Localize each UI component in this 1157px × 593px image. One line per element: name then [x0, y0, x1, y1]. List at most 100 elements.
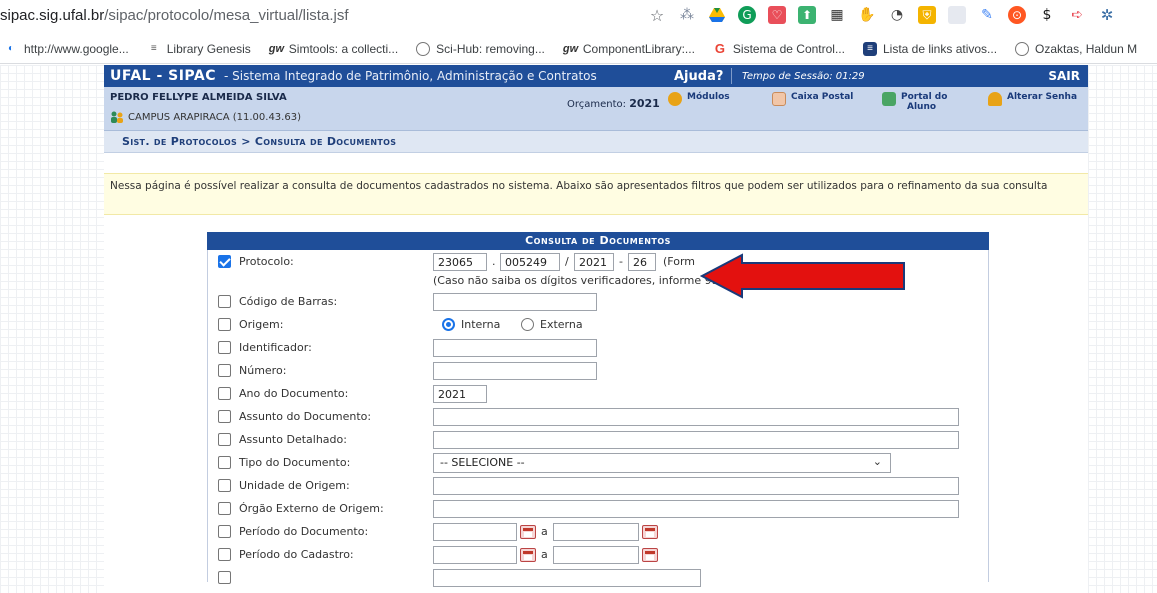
origem-externa-radio[interactable]: [521, 318, 534, 331]
row-tipo: Tipo do Documento: -- SELECIONE -- ⌄: [208, 451, 988, 474]
protocolo-part2-input[interactable]: 005249: [500, 253, 560, 271]
protocolo-part3-input[interactable]: 2021: [574, 253, 614, 271]
numero-input[interactable]: [433, 362, 597, 380]
bookmark-sistema-control[interactable]: G Sistema de Control...: [713, 41, 845, 56]
puzzle-icon[interactable]: ✲: [1098, 6, 1116, 24]
breadcrumb-bar: Sist. de Protocolos > Consulta de Docume…: [104, 131, 1088, 153]
modules-label: Módulos: [687, 92, 730, 102]
bookmark-simtools[interactable]: gw Simtools: a collecti...: [269, 42, 398, 56]
budget-year: 2021: [629, 97, 660, 110]
calendar-icon[interactable]: [520, 525, 536, 539]
identificador-input[interactable]: [433, 339, 597, 357]
bookmark-library-genesis[interactable]: ≡ Library Genesis: [147, 42, 251, 56]
codigo-barras-label: Código de Barras:: [239, 295, 338, 308]
help-link[interactable]: Ajuda?: [674, 69, 723, 84]
unidade-input[interactable]: [433, 477, 959, 495]
periodo-documento-end-input[interactable]: [553, 523, 639, 541]
codigo-barras-checkbox[interactable]: [218, 295, 231, 308]
bookmark-ozaktas[interactable]: Ozaktas, Haldun M: [1015, 41, 1138, 56]
identificador-checkbox[interactable]: [218, 341, 231, 354]
ano-checkbox[interactable]: [218, 387, 231, 400]
origem-interna-label: Interna: [461, 318, 501, 331]
browser-address-bar: sipac.sig.ufal.br/sipac/protocolo/mesa_v…: [0, 0, 1157, 34]
change-password-button[interactable]: Alterar Senha: [988, 92, 1077, 106]
bookmark-ext-icon[interactable]: ⊙: [1008, 6, 1026, 24]
logout-link[interactable]: SAIR: [1048, 69, 1080, 83]
periodo-cadastro-end-input[interactable]: [553, 546, 639, 564]
form-caption: Consulta de Documentos: [207, 232, 989, 250]
row-ano: Ano do Documento: 2021: [208, 382, 988, 405]
bookmark-lista-links[interactable]: ≡ Lista de links ativos...: [862, 41, 997, 56]
unidade-checkbox[interactable]: [218, 479, 231, 492]
bookmark-label: Ozaktas, Haldun M: [1035, 41, 1138, 56]
mailbox-button[interactable]: Caixa Postal: [772, 92, 853, 106]
identificador-label: Identificador:: [239, 341, 312, 354]
extension-icons: ☆ ⁂ G ♡ ⬆ ▦ ✋ ◔ ⛨ ✎ ⊙ $ ➪ ✲: [648, 6, 1116, 25]
numero-checkbox[interactable]: [218, 364, 231, 377]
periodo-cadastro-checkbox[interactable]: [218, 548, 231, 561]
periodo-documento-start-input[interactable]: [433, 523, 517, 541]
assunto-input[interactable]: [433, 408, 959, 426]
url-field[interactable]: sipac.sig.ufal.br/sipac/protocolo/mesa_v…: [0, 7, 349, 24]
cloud-icon[interactable]: ⬆: [798, 6, 816, 24]
protocolo-sep1: .: [492, 255, 496, 268]
ano-label: Ano do Documento:: [239, 387, 349, 400]
bookmark-google[interactable]: ◐ http://www.google...: [4, 42, 129, 56]
protocolo-checkbox[interactable]: [218, 255, 231, 268]
origem-externa-label: Externa: [540, 318, 583, 331]
calendar-icon[interactable]: [642, 525, 658, 539]
calendar-icon[interactable]: [520, 548, 536, 562]
origem-checkbox[interactable]: [218, 318, 231, 331]
modules-button[interactable]: Módulos: [668, 92, 730, 106]
brand-title[interactable]: UFAL - SIPAC: [110, 68, 216, 84]
tab-icon[interactable]: [948, 6, 966, 24]
calendar-icon[interactable]: [642, 548, 658, 562]
bookmark-scihub[interactable]: Sci-Hub: removing...: [416, 41, 545, 56]
campus-info: CAMPUS ARAPIRACA (11.00.43.63): [110, 111, 301, 123]
bookmark-label: Simtools: a collecti...: [288, 41, 399, 56]
grammar-icon[interactable]: G: [738, 6, 756, 24]
protocolo-sep2: /: [565, 255, 569, 268]
tipo-select[interactable]: -- SELECIONE -- ⌄: [433, 453, 891, 473]
library-icon: ≡: [150, 42, 157, 54]
codigo-barras-input[interactable]: [433, 293, 597, 311]
periodo-documento-checkbox[interactable]: [218, 525, 231, 538]
budget-label: Orçamento:: [567, 99, 627, 110]
hand-icon[interactable]: ✋: [858, 6, 876, 24]
globe-icon: ◐: [7, 42, 15, 54]
tipo-checkbox[interactable]: [218, 456, 231, 469]
shield-icon[interactable]: ⛨: [918, 6, 936, 24]
pen-icon[interactable]: ✎: [978, 6, 996, 24]
protocolo-part4-input[interactable]: 26: [628, 253, 656, 271]
change-password-label: Alterar Senha: [1007, 92, 1078, 102]
bookmark-label: http://www.google...: [24, 41, 129, 56]
student-portal-button[interactable]: Portal do Aluno: [882, 92, 947, 112]
bookmark-componentlibrary[interactable]: gw ComponentLibrary:...: [563, 42, 695, 56]
assunto-detalhado-checkbox[interactable]: [218, 433, 231, 446]
protocolo-label: Protocolo:: [239, 255, 294, 268]
assunto-detalhado-input[interactable]: [433, 431, 959, 449]
origem-interna-radio[interactable]: [442, 318, 455, 331]
assunto-checkbox[interactable]: [218, 410, 231, 423]
arrow-ext-icon[interactable]: ➪: [1068, 6, 1086, 24]
partial-input[interactable]: [433, 569, 701, 587]
partial-checkbox[interactable]: [218, 571, 231, 584]
protocolo-part1-input[interactable]: 23065: [433, 253, 487, 271]
drive-icon[interactable]: [708, 6, 726, 24]
timer-icon[interactable]: ◔: [888, 6, 906, 24]
row-periodo-documento: Período do Documento: a: [208, 520, 988, 543]
extension-icon[interactable]: ⁂: [678, 6, 696, 24]
orgao-checkbox[interactable]: [218, 502, 231, 515]
assunto-detalhado-label: Assunto Detalhado:: [239, 433, 347, 446]
gw-icon: gw: [562, 42, 579, 55]
ano-input[interactable]: 2021: [433, 385, 487, 403]
info-message: Nessa página é possível realizar a consu…: [104, 173, 1088, 215]
dollar-icon[interactable]: $: [1038, 6, 1056, 24]
red-arrow-icon: [700, 253, 905, 299]
grid-icon[interactable]: ▦: [828, 6, 846, 24]
periodo-documento-label: Período do Documento:: [239, 525, 369, 538]
star-icon[interactable]: ☆: [648, 6, 666, 25]
orgao-input[interactable]: [433, 500, 959, 518]
periodo-cadastro-start-input[interactable]: [433, 546, 517, 564]
pocket-icon[interactable]: ♡: [768, 6, 786, 24]
